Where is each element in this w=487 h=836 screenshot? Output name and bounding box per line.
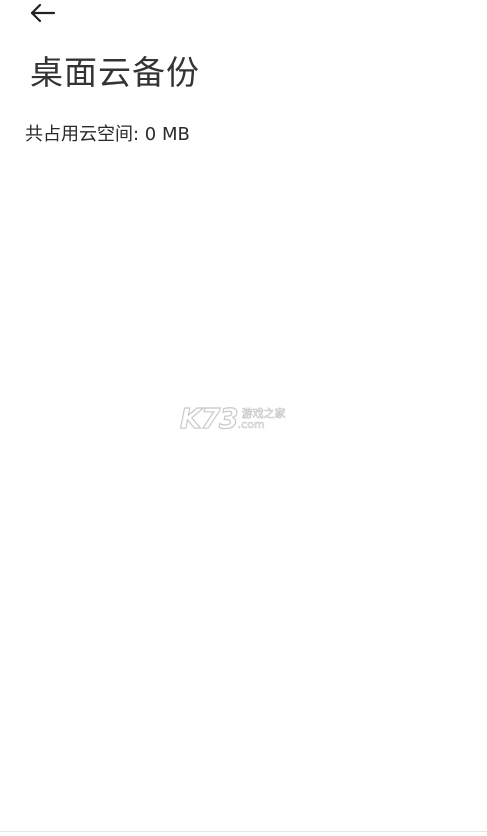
cloud-storage-usage: 共占用云空间: 0 MB [25, 124, 190, 145]
watermark-logo: K73 [179, 402, 239, 435]
watermark-domain: .com [237, 418, 265, 431]
watermark-text: 游戏之家 .com [237, 408, 286, 431]
back-button[interactable] [28, 0, 68, 26]
bottom-divider [0, 831, 487, 832]
page-title: 桌面云备份 [30, 53, 200, 92]
watermark: K73 游戏之家 .com [179, 402, 310, 436]
arrow-left-icon [28, 3, 56, 23]
